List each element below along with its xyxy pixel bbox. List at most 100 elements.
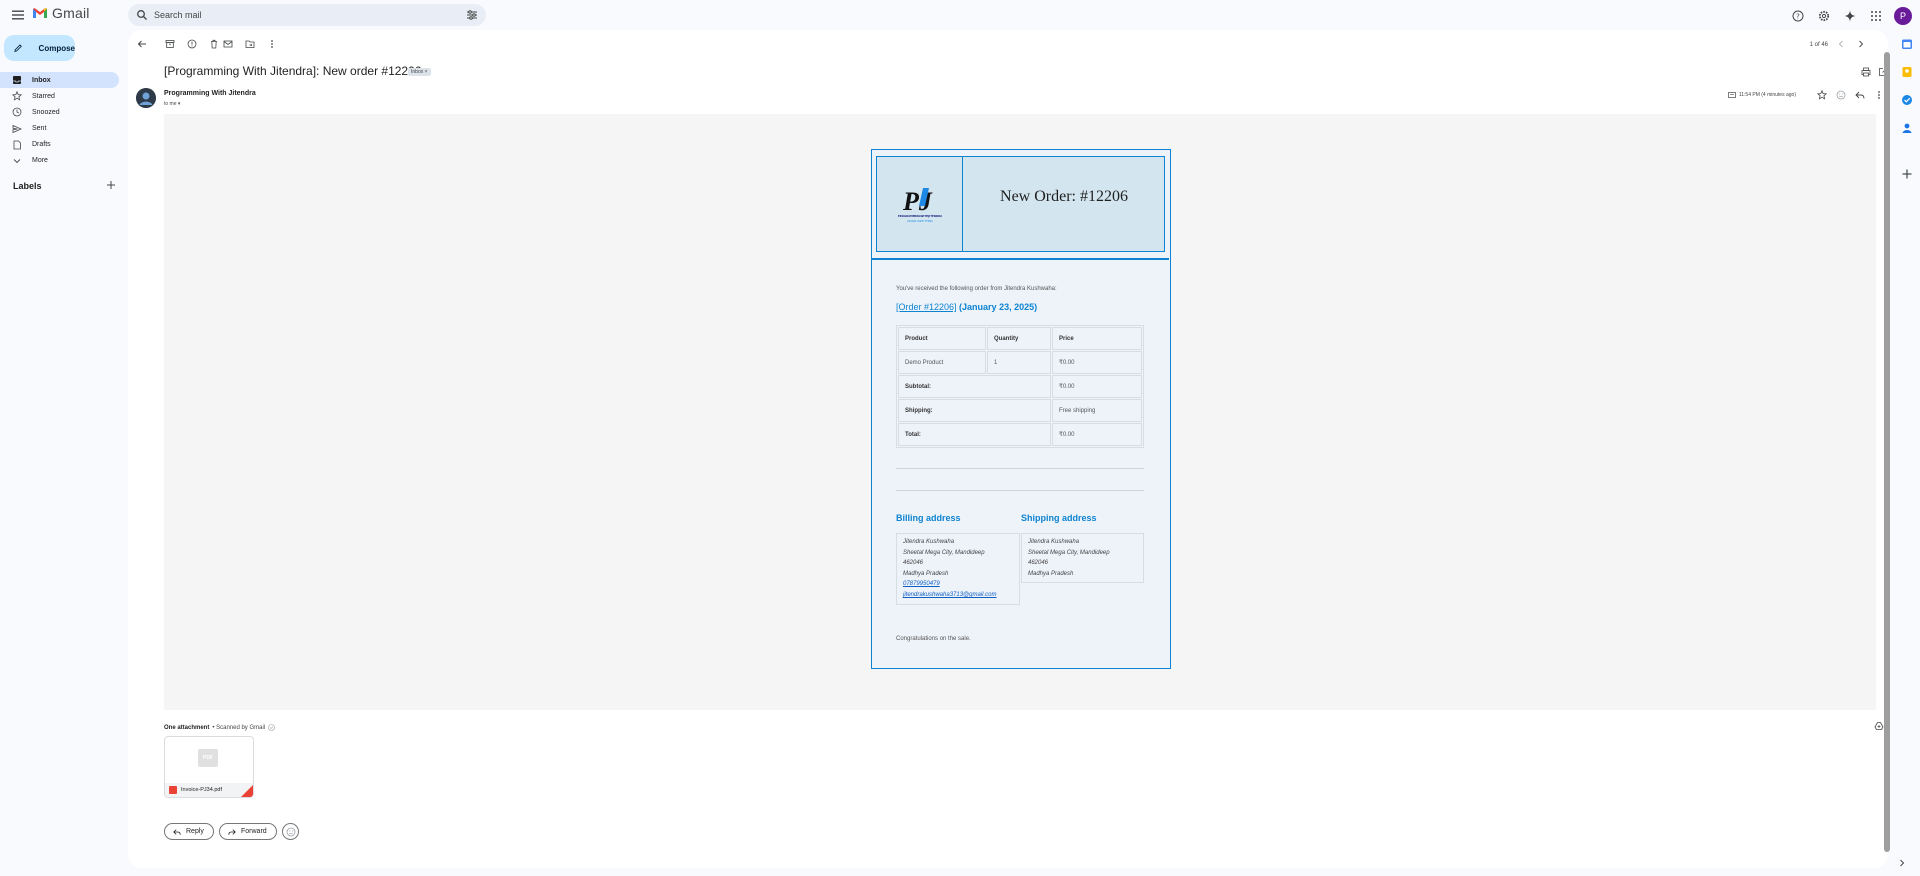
order-link[interactable]: [Order #12206] — [896, 302, 957, 312]
email-content: PJ PROGRAMMINGWITHJITENDRA LEARN CODE TH… — [164, 114, 1876, 710]
table-row: Total: ₹0.00 — [898, 423, 1142, 446]
column-header: Quantity — [987, 327, 1051, 350]
closing-text: Congratulations on the sale. — [896, 636, 971, 642]
side-panel — [1894, 30, 1920, 876]
column-header: Price — [1052, 327, 1142, 350]
address-line: Sheetal Mega City, Mandideep — [1028, 549, 1110, 556]
gemini-icon[interactable] — [1842, 8, 1858, 24]
table-header-row: Product Quantity Price — [898, 327, 1142, 350]
shipping-value: Free shipping — [1052, 399, 1142, 422]
divider — [896, 468, 1144, 469]
pencil-icon — [14, 44, 22, 53]
table-row: Subtotal: ₹0.00 — [898, 375, 1142, 398]
move-to-icon[interactable] — [244, 38, 256, 50]
product-price: ₹0.00 — [1052, 351, 1142, 374]
billing-address: Jitendra Kushwaha Sheetal Mega City, Man… — [896, 533, 1020, 605]
apps-grid-icon[interactable] — [1868, 8, 1884, 24]
inbox-label-chip[interactable]: Inbox × — [408, 68, 431, 76]
mark-unread-icon[interactable] — [222, 38, 234, 50]
more-vert-icon[interactable] — [1873, 89, 1884, 100]
sender-name[interactable]: Programming With Jitendra — [164, 90, 256, 97]
address-line: Madhya Pradesh — [1028, 570, 1074, 577]
pagination-text: 1 of 46 — [1809, 42, 1828, 48]
tasks-icon[interactable] — [1901, 94, 1913, 106]
inbox-icon — [13, 76, 21, 84]
send-icon — [12, 124, 22, 133]
help-icon[interactable]: ? — [1790, 8, 1806, 24]
archive-icon[interactable] — [164, 38, 176, 50]
star-icon[interactable] — [1816, 89, 1827, 100]
reply-button[interactable]: Reply — [164, 823, 214, 840]
search-input[interactable] — [154, 10, 466, 20]
logo-tagline: LEARN CODE THINK — [907, 219, 933, 223]
billing-email-link[interactable]: jitendrakushwaha3713@gmail.com — [903, 592, 996, 598]
total-label: Total: — [898, 423, 1051, 446]
emoji-icon — [286, 827, 295, 836]
scrollbar[interactable] — [1884, 52, 1890, 852]
get-addons-icon[interactable] — [1901, 168, 1913, 180]
subtotal-label: Subtotal: — [898, 375, 1051, 398]
emoji-reaction-button[interactable] — [282, 823, 299, 840]
billing-phone-link[interactable]: 07879950479 — [903, 581, 940, 587]
newer-chevron-icon[interactable] — [1836, 39, 1846, 49]
reply-icon[interactable] — [1854, 89, 1865, 100]
report-spam-icon[interactable] — [186, 38, 198, 50]
compose-label: Compose — [38, 43, 75, 53]
sidebar-item-snoozed[interactable]: Snoozed — [0, 104, 119, 120]
emoji-react-icon[interactable] — [1835, 89, 1846, 100]
settings-icon[interactable] — [1816, 8, 1832, 24]
search-icon[interactable] — [136, 9, 148, 21]
attachments-heading: One attachment • Scanned by Gmail — [164, 724, 275, 731]
recipient-toggle[interactable]: to me ▾ — [164, 101, 180, 107]
sidebar-item-label: More — [32, 157, 48, 165]
sidebar-item-inbox[interactable]: Inbox — [0, 72, 119, 88]
address-line: 462046 — [1028, 560, 1049, 567]
reply-icon — [173, 828, 181, 835]
keep-icon[interactable] — [1901, 66, 1913, 78]
add-label-icon[interactable] — [106, 180, 116, 190]
order-date: (January 23, 2025) — [956, 302, 1038, 312]
top-bar: Gmail ? P — [0, 0, 1920, 30]
show-side-panel-icon[interactable] — [1897, 858, 1907, 868]
product-quantity: 1 — [987, 351, 1051, 374]
pdf-thumbnail: PDF — [198, 749, 218, 767]
print-icon[interactable] — [1861, 67, 1871, 77]
calendar-icon[interactable] — [1901, 38, 1913, 50]
account-avatar[interactable]: P — [1894, 7, 1912, 25]
order-email-card: PJ PROGRAMMINGWITHJITENDRA LEARN CODE TH… — [871, 149, 1171, 669]
chevron-down-icon — [13, 159, 21, 164]
total-value: ₹0.00 — [1052, 423, 1142, 446]
gmail-logo[interactable]: Gmail — [32, 5, 90, 21]
sidebar-item-more[interactable]: More — [0, 153, 119, 169]
labels-heading: Labels — [13, 181, 42, 191]
sidebar-item-drafts[interactable]: Drafts — [0, 137, 119, 153]
add-to-drive-icon[interactable] — [1874, 721, 1884, 731]
delete-icon[interactable] — [208, 38, 220, 50]
forward-button[interactable]: Forward — [219, 823, 277, 840]
star-icon — [12, 91, 22, 101]
top-right-icons: ? P — [1790, 7, 1912, 25]
order-title: New Order: #12206 — [1000, 188, 1128, 205]
sender-avatar[interactable] — [136, 88, 156, 108]
contacts-icon[interactable] — [1901, 122, 1913, 134]
more-vert-icon[interactable] — [266, 38, 278, 50]
page-curl-icon — [241, 785, 253, 797]
address-line: Madhya Pradesh — [903, 570, 949, 577]
gmail-m-icon — [33, 8, 47, 18]
forward-label: Forward — [241, 828, 267, 835]
attachment-card[interactable]: PDF Invoice-PJ34.pdf — [164, 736, 254, 798]
sidebar-item-sent[interactable]: Sent — [0, 121, 119, 137]
search-options-icon[interactable] — [466, 9, 478, 21]
older-chevron-icon[interactable] — [1856, 39, 1866, 49]
message-more-toolbar — [222, 38, 278, 50]
info-icon[interactable] — [268, 724, 275, 731]
address-line: Sheetal Mega City, Mandideep — [903, 549, 985, 556]
sidebar-item-starred[interactable]: Starred — [0, 88, 119, 104]
compose-button[interactable]: Compose — [4, 35, 75, 61]
shipping-address-title: Shipping address — [1021, 513, 1097, 523]
attachment-count: One attachment — [164, 724, 210, 731]
back-arrow-icon[interactable] — [136, 38, 148, 50]
address-line: 462046 — [903, 560, 924, 567]
main-menu-icon[interactable] — [10, 7, 26, 23]
order-items-table: Product Quantity Price Demo Product 1 ₹0… — [896, 325, 1144, 448]
